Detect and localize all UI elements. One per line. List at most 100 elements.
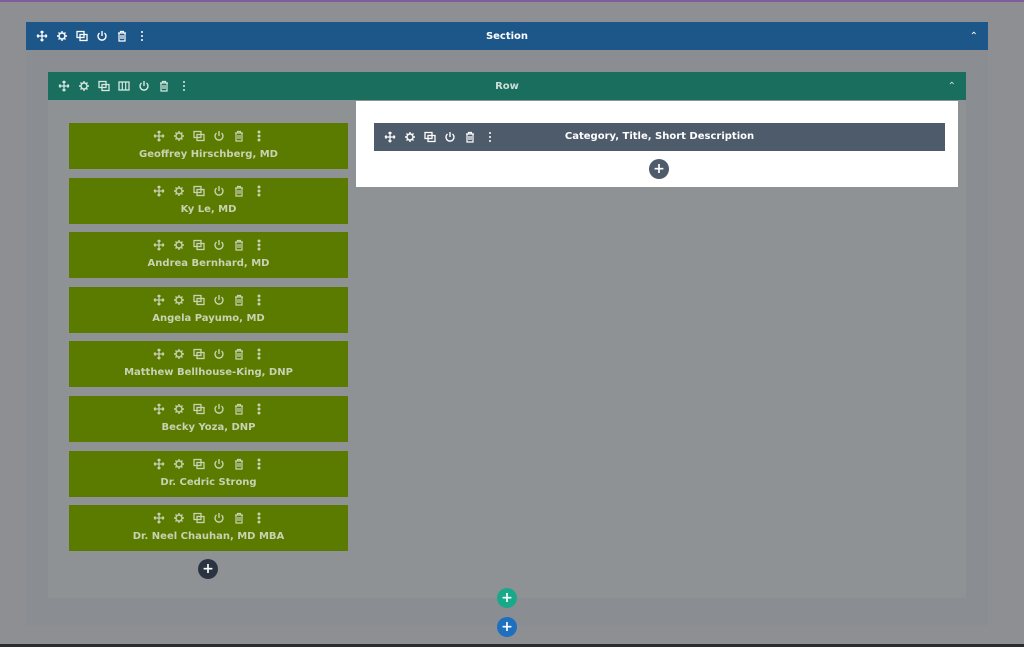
module-item[interactable]: Dr. Cedric Strong [69,450,348,497]
trash-icon[interactable] [231,184,247,198]
duplicate-icon[interactable] [191,293,207,307]
move-icon[interactable] [151,402,167,416]
duplicate-icon[interactable] [191,238,207,252]
module-toolbar [382,130,498,144]
gear-icon[interactable] [171,457,187,471]
add-module-button[interactable]: + [649,159,669,179]
power-icon[interactable] [211,293,227,307]
move-icon[interactable] [151,457,167,471]
move-icon[interactable] [151,293,167,307]
chevron-up-icon[interactable]: ⌃ [970,31,978,42]
module-item[interactable]: Angela Payumo, MD [69,286,348,333]
duplicate-icon[interactable] [74,29,90,43]
gear-icon[interactable] [171,129,187,143]
columns-icon[interactable] [116,79,132,93]
add-row-button[interactable]: + [497,588,517,608]
power-icon[interactable] [211,457,227,471]
module-item[interactable]: Ky Le, MD [69,177,348,224]
more-icon[interactable] [482,130,498,144]
module-item[interactable]: Matthew Bellhouse-King, DNP [69,341,348,388]
trash-icon[interactable] [231,402,247,416]
trash-icon[interactable] [231,347,247,361]
module-label: Becky Yoza, DNP [161,422,256,433]
module-toolbar [69,402,348,416]
gear-icon[interactable] [54,29,70,43]
more-icon[interactable] [251,184,267,198]
module-label: Dr. Neel Chauhan, MD MBA [132,531,285,543]
more-icon[interactable] [134,29,150,43]
module-item[interactable]: Andrea Bernhard, MD [69,232,348,279]
section-header[interactable]: Section ⌃ [26,22,988,50]
trash-icon[interactable] [231,511,247,525]
move-icon[interactable] [151,511,167,525]
trash-icon[interactable] [231,129,247,143]
add-module-button[interactable]: + [198,559,218,579]
trash-icon[interactable] [231,238,247,252]
more-icon[interactable] [251,293,267,307]
module-label: Dr. Cedric Strong [160,476,257,488]
move-icon[interactable] [382,130,398,144]
more-icon[interactable] [251,457,267,471]
section-toolbar [26,29,150,43]
module-category-title[interactable]: Category, Title, Short Description [374,123,945,151]
move-icon[interactable] [56,79,72,93]
gear-icon[interactable] [402,130,418,144]
trash-icon[interactable] [231,457,247,471]
move-icon[interactable] [151,238,167,252]
trash-icon[interactable] [156,79,172,93]
more-icon[interactable] [176,79,192,93]
trash-icon[interactable] [231,293,247,307]
move-icon[interactable] [34,29,50,43]
duplicate-icon[interactable] [191,402,207,416]
more-icon[interactable] [251,238,267,252]
module-toolbar [69,293,348,307]
duplicate-icon[interactable] [191,184,207,198]
power-icon[interactable] [211,184,227,198]
module-toolbar [69,511,348,525]
gear-icon[interactable] [171,293,187,307]
move-icon[interactable] [151,129,167,143]
gear-icon[interactable] [76,79,92,93]
move-icon[interactable] [151,184,167,198]
more-icon[interactable] [251,402,267,416]
power-icon[interactable] [136,79,152,93]
power-icon[interactable] [94,29,110,43]
duplicate-icon[interactable] [191,347,207,361]
chevron-up-icon[interactable]: ⌃ [948,81,956,92]
power-icon[interactable] [211,347,227,361]
module-label: Matthew Bellhouse-King, DNP [124,367,293,379]
module-label: Ky Le, MD [180,203,237,215]
gear-icon[interactable] [171,238,187,252]
duplicate-icon[interactable] [422,130,438,144]
module-label: Geoffrey Hirschberg, MD [139,149,278,160]
module-item[interactable]: Geoffrey Hirschberg, MD [69,123,348,169]
module-item[interactable]: Dr. Neel Chauhan, MD MBA [69,505,348,552]
duplicate-icon[interactable] [96,79,112,93]
row-header[interactable]: Row ⌃ [48,72,966,100]
duplicate-icon[interactable] [191,129,207,143]
gear-icon[interactable] [171,402,187,416]
more-icon[interactable] [251,511,267,525]
more-icon[interactable] [251,129,267,143]
power-icon[interactable] [211,402,227,416]
module-toolbar [69,184,348,198]
duplicate-icon[interactable] [191,511,207,525]
power-icon[interactable] [442,130,458,144]
power-icon[interactable] [211,511,227,525]
module-toolbar [69,457,348,471]
module-toolbar [69,238,348,252]
trash-icon[interactable] [114,29,130,43]
duplicate-icon[interactable] [191,457,207,471]
gear-icon[interactable] [171,511,187,525]
module-toolbar [69,347,348,361]
gear-icon[interactable] [171,347,187,361]
module-item[interactable]: Becky Yoza, DNP [69,396,348,442]
power-icon[interactable] [211,238,227,252]
add-section-button[interactable]: + [497,617,517,637]
trash-icon[interactable] [462,130,478,144]
power-icon[interactable] [211,129,227,143]
module-label: Andrea Bernhard, MD [147,258,270,270]
move-icon[interactable] [151,347,167,361]
gear-icon[interactable] [171,184,187,198]
more-icon[interactable] [251,347,267,361]
